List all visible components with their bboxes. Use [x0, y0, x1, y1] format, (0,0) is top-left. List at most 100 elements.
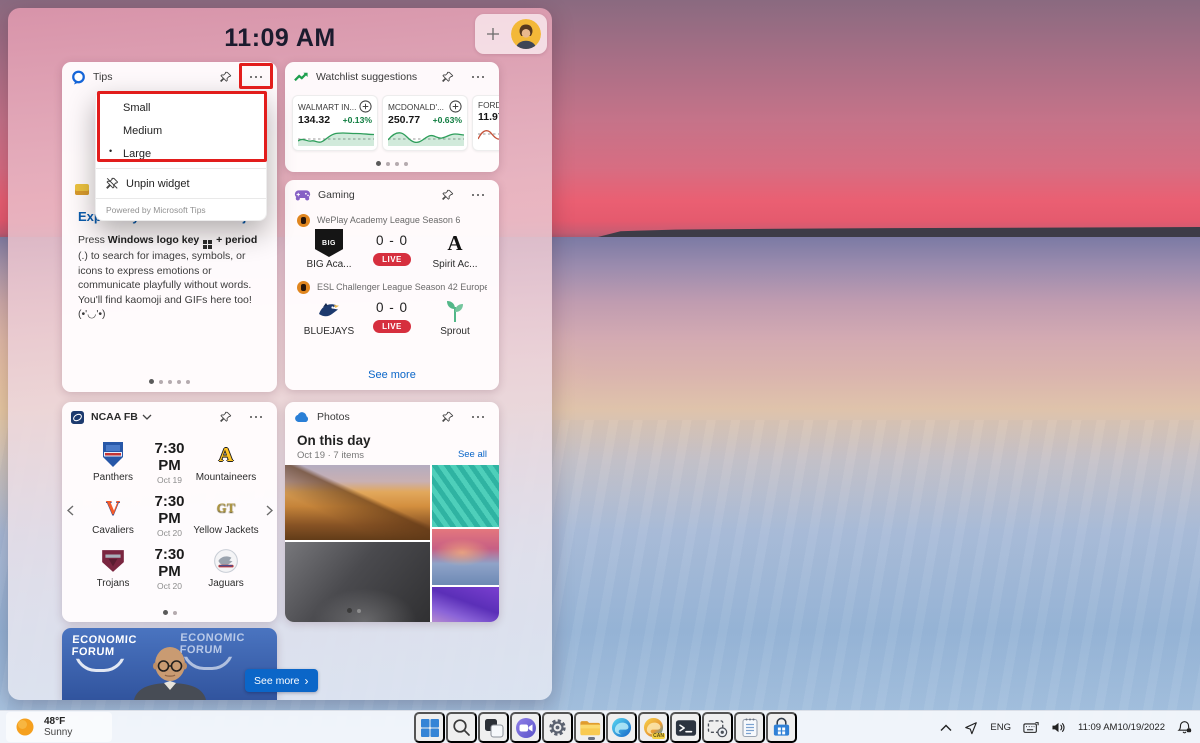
stock-card-walmart[interactable]: WALMART IN... 134.32 +0.13%	[292, 95, 378, 151]
gaming-more-button[interactable]	[466, 185, 490, 205]
tips-more-button[interactable]	[244, 67, 268, 87]
ncaa-game-row[interactable]: Trojans 7:30 PM Oct 20 Jag	[62, 546, 277, 599]
windows-start-icon	[420, 718, 440, 738]
match-score: 0 - 0	[376, 300, 408, 315]
photos-pagination	[347, 608, 361, 613]
match-row[interactable]: BIG BIG Aca... 0 - 0 LIVE A Spirit Ac...	[285, 229, 499, 270]
tray-volume-button[interactable]	[1047, 715, 1070, 741]
settings-button[interactable]	[542, 712, 573, 743]
chat-button[interactable]	[510, 712, 541, 743]
tray-touch-keyboard-button[interactable]	[1019, 715, 1043, 741]
tip-illustration-icon	[75, 184, 89, 195]
ncaa-game-row[interactable]: Panthers 7:30 PM Oct 19 A Mountaineers	[62, 440, 277, 493]
pagination-dot	[347, 608, 352, 613]
stock-card-mcdonalds[interactable]: MCDONALD'... 250.77 +0.63%	[382, 95, 468, 151]
game-time: 7:30 PM	[148, 440, 191, 474]
menu-item-medium[interactable]: Medium	[96, 119, 266, 142]
ncaa-more-button[interactable]	[244, 407, 268, 427]
add-stock-icon[interactable]	[359, 100, 372, 113]
photo-desert-dunes[interactable]	[285, 465, 430, 540]
file-explorer-button[interactable]	[574, 712, 605, 743]
news-person-photo	[122, 642, 218, 700]
search-button[interactable]	[446, 712, 477, 743]
terminal-icon	[675, 718, 697, 738]
edge-button[interactable]	[606, 712, 637, 743]
stock-sparkline-up	[388, 126, 464, 146]
team-name: Panthers	[93, 472, 133, 483]
team-home: Trojans	[78, 546, 148, 589]
stock-card-ford[interactable]: FORD 11.97	[472, 95, 499, 151]
tip-body: Press Windows logo key + period (.) to s…	[78, 233, 264, 322]
gear-icon	[547, 717, 568, 738]
ncaa-icon	[71, 411, 84, 424]
see-all-link[interactable]: See all	[458, 449, 487, 460]
photo-ocean-sunset[interactable]	[432, 529, 499, 585]
ncaa-title-dropdown[interactable]: NCAA FB	[91, 411, 152, 423]
snipping-tool-button[interactable]	[702, 712, 733, 743]
notepad-button[interactable]	[734, 712, 765, 743]
team-away: Jaguars	[191, 546, 261, 589]
edge-canary-button[interactable]: CAN	[638, 712, 669, 743]
game-time: 7:30 PM	[148, 546, 191, 580]
add-stock-icon[interactable]	[449, 100, 462, 113]
tray-language-button[interactable]: ENG	[986, 715, 1015, 741]
stock-price: 250.77	[388, 114, 420, 126]
tray-show-hidden-icons-button[interactable]	[936, 715, 956, 741]
taskbar-weather-button[interactable]: 48°F Sunny	[6, 712, 112, 742]
carousel-next-arrow[interactable]	[263, 502, 275, 518]
league-row[interactable]: WePlay Academy League Season 6	[285, 210, 499, 229]
team-away: A Spirit Ac...	[419, 229, 491, 270]
gsu-shield-image	[100, 441, 126, 469]
game-time-block: 7:30 PM Oct 20	[148, 546, 191, 591]
stock-sparkline-down	[478, 123, 499, 143]
more-icon	[250, 76, 263, 79]
team-name: Spirit Ac...	[432, 259, 477, 270]
carousel-prev-arrow[interactable]	[64, 502, 76, 518]
pagination-dot	[177, 380, 181, 384]
watchlist-more-button[interactable]	[466, 67, 490, 87]
watchlist-pin-button[interactable]	[435, 67, 459, 87]
photo-teal-abstract[interactable]	[432, 465, 499, 527]
ncaa-game-row[interactable]: V Cavaliers 7:30 PM Oct 20 GT Yellow Jac…	[62, 493, 277, 546]
ncaa-header: NCAA FB	[62, 402, 277, 432]
menu-item-large[interactable]: • Large	[96, 142, 266, 165]
photo-mosaic	[285, 465, 499, 622]
terminal-button[interactable]	[670, 712, 701, 743]
bluejay-logo-image	[316, 298, 342, 322]
league-row[interactable]: ESL Challenger League Season 42 Europe	[285, 277, 499, 296]
weather-temp: 48°F	[44, 716, 72, 727]
team-away: A Mountaineers	[191, 440, 261, 483]
task-view-button[interactable]	[478, 712, 509, 743]
game-date: Oct 20	[148, 581, 191, 591]
gaming-pin-button[interactable]	[435, 185, 459, 205]
see-more-label: See more	[254, 675, 300, 687]
team-away: Sprout	[419, 296, 491, 337]
pagination-dot	[159, 380, 163, 384]
taskbar: 48°F Sunny	[0, 710, 1200, 743]
menu-item-unpin[interactable]: Unpin widget	[96, 172, 266, 195]
teams-chat-icon	[515, 717, 537, 739]
add-widget-button[interactable]	[481, 24, 505, 44]
start-button[interactable]	[414, 712, 445, 743]
tip-text: +	[213, 234, 225, 246]
menu-item-unpin-label: Unpin widget	[126, 178, 190, 190]
team-logo-sprout	[441, 296, 469, 324]
team-home: BIG BIG Aca...	[293, 229, 365, 270]
store-button[interactable]	[766, 712, 797, 743]
tray-clock-button[interactable]: 11:09 AM 10/19/2022	[1074, 715, 1169, 741]
gaming-see-more-link[interactable]: See more	[285, 369, 499, 381]
notepad-icon	[741, 717, 759, 738]
tray-location-indicator[interactable]	[960, 715, 982, 741]
tips-widget-title: Tips	[93, 71, 112, 83]
menu-item-small[interactable]: Small	[96, 96, 266, 119]
tray-notifications-button[interactable]	[1173, 715, 1196, 741]
tips-icon	[71, 70, 86, 85]
panel-see-more-button[interactable]: See more ›	[245, 669, 318, 692]
photo-purple-abstract[interactable]	[432, 587, 499, 622]
ncaa-pin-button[interactable]	[213, 407, 237, 427]
avatar[interactable]	[511, 19, 541, 49]
tips-pin-button[interactable]	[213, 67, 237, 87]
photos-more-button[interactable]	[466, 407, 490, 427]
match-row[interactable]: BLUEJAYS 0 - 0 LIVE Sprout	[285, 296, 499, 337]
photos-pin-button[interactable]	[435, 407, 459, 427]
